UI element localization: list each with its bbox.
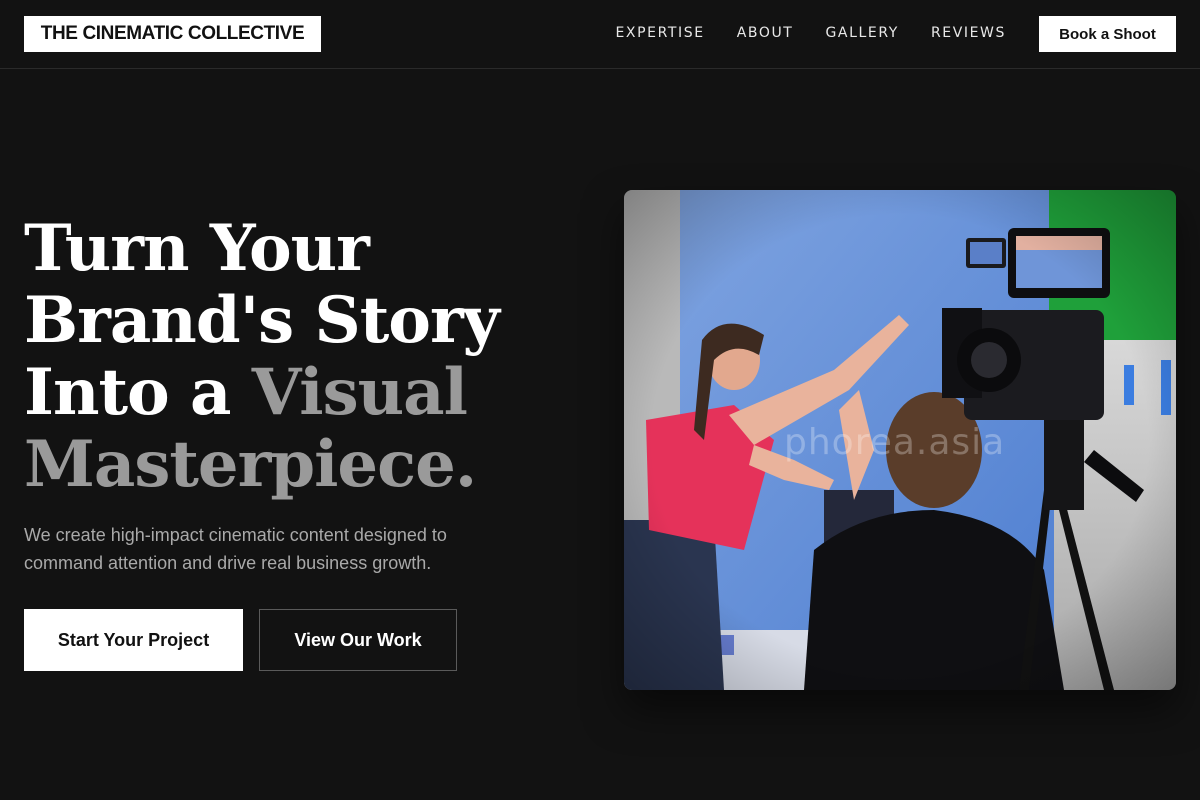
hero-subtitle: We create high-impact cinematic content …	[24, 525, 447, 573]
hero-title-line-1: Turn Your	[24, 211, 370, 286]
image-watermark: phorea.asia	[784, 422, 1006, 463]
book-a-shoot-button[interactable]: Book a Shoot	[1039, 16, 1176, 52]
site-header: THE CINEMATIC COLLECTIVE EXPERTISE ABOUT…	[0, 0, 1200, 69]
start-your-project-button[interactable]: Start Your Project	[24, 609, 243, 671]
nav-link-expertise[interactable]: EXPERTISE	[615, 25, 704, 41]
hero-title-highlight-visual: Visual	[251, 355, 468, 430]
brand-logo[interactable]: THE CINEMATIC COLLECTIVE	[24, 16, 321, 52]
nav-link-about[interactable]: ABOUT	[737, 25, 794, 41]
hero-title-line-2: Brand's Story	[24, 283, 500, 358]
hero-image: phorea.asia	[624, 190, 1176, 690]
hero-title: Turn Your Brand's Story Into a Visual Ma…	[24, 213, 584, 501]
hero-title-line-3-plain: Into a	[24, 355, 252, 430]
nav-link-gallery[interactable]: GALLERY	[825, 25, 898, 41]
nav-link-reviews[interactable]: REVIEWS	[931, 25, 1006, 41]
hero-title-line-3: Into a Visual	[24, 357, 584, 429]
hero-title-highlight-masterpiece: Masterpiece.	[24, 427, 477, 502]
main-nav: EXPERTISE ABOUT GALLERY REVIEWS	[615, 22, 1006, 44]
view-our-work-button[interactable]: View Our Work	[259, 609, 457, 671]
